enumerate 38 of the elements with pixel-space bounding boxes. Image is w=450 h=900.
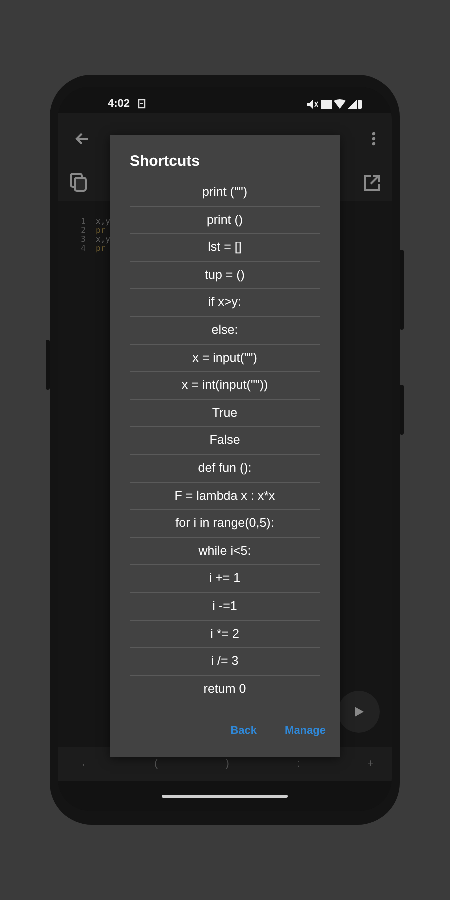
code-text: x,y — [96, 217, 110, 226]
line-number: 2 — [80, 226, 86, 235]
run-button[interactable] — [338, 691, 380, 733]
code-text: x,y — [96, 235, 110, 244]
shortcut-item[interactable]: i += 1 — [130, 565, 320, 593]
shortcut-item[interactable]: while i<5: — [130, 538, 320, 566]
back-arrow-icon[interactable] — [74, 131, 90, 147]
dialog-title: Shortcuts — [130, 153, 202, 172]
shortcut-item[interactable]: True — [130, 400, 320, 428]
shortcut-item[interactable]: i -=1 — [130, 592, 320, 620]
battery-saver-icon — [138, 99, 146, 109]
shortcut-item[interactable]: retum 0 — [130, 676, 320, 704]
play-icon — [353, 706, 365, 718]
shortcut-item[interactable]: print ("") — [130, 179, 320, 207]
shortcut-item[interactable]: for i in range(0,5): — [130, 510, 320, 538]
shortcut-item[interactable]: F = lambda x : x*x — [130, 482, 320, 510]
copy-icon[interactable] — [70, 173, 88, 193]
shortcut-item[interactable]: if x>y: — [130, 289, 320, 317]
shortcut-item[interactable]: print () — [130, 206, 320, 234]
home-indicator[interactable] — [162, 794, 288, 798]
line-number: 4 — [80, 244, 86, 253]
shortcut-item[interactable]: else: — [130, 316, 320, 345]
code-text: pr — [96, 244, 106, 253]
line-number: 1 — [80, 217, 86, 226]
status-icons — [306, 98, 362, 110]
shortcut-item[interactable]: x = input("") — [130, 344, 320, 372]
shortcut-item[interactable]: False — [130, 427, 320, 455]
shortcut-item[interactable]: x = int(input("")) — [130, 372, 320, 400]
shortcut-item[interactable]: i *= 2 — [130, 620, 320, 648]
status-time: 4:02 — [108, 98, 130, 110]
shortcut-item[interactable]: def fun (): — [130, 454, 320, 483]
more-options-icon[interactable] — [372, 132, 376, 146]
open-external-icon[interactable] — [364, 175, 380, 191]
shortcut-item[interactable]: lst = [] — [130, 234, 320, 262]
code-text: pr — [96, 226, 106, 235]
line-number: 3 — [80, 235, 86, 244]
shortcut-item[interactable]: tup = () — [130, 262, 320, 290]
shortcut-item[interactable]: i /= 3 — [130, 648, 320, 676]
